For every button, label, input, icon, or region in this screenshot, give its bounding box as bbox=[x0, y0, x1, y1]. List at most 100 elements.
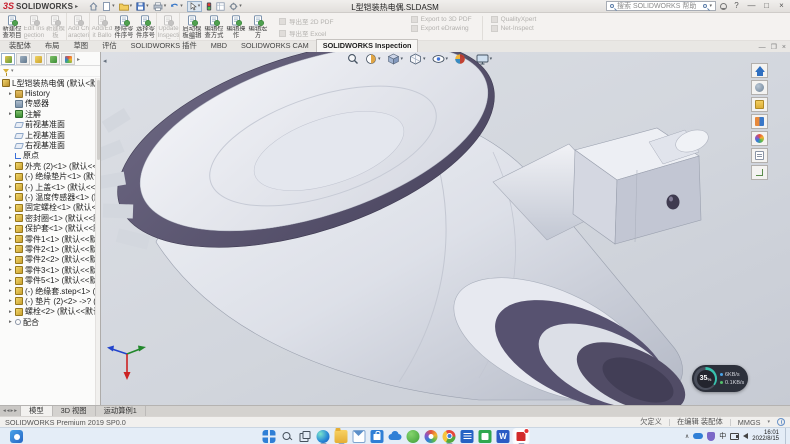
graphics-viewport[interactable]: ◂ ▾ ▾ ▾ ▾ ▾ ▾ bbox=[101, 52, 790, 405]
taskbar-app-start[interactable] bbox=[263, 430, 276, 443]
ribbon-button-edit-inspection-project[interactable]: Edit Inspection Project bbox=[23, 13, 45, 40]
tree-item[interactable]: ▸ (-) 绝缘套.step<1> (默认<<默认> bbox=[0, 286, 100, 296]
tab-propertymanager[interactable] bbox=[16, 53, 30, 65]
ribbon-button-add-characteristic[interactable]: Add Characteristic bbox=[68, 13, 90, 40]
tree-item[interactable]: ▸ (-) 绝缘垫片<1> (默认<<默认>_显 bbox=[0, 172, 100, 182]
file-explorer-tab[interactable] bbox=[751, 97, 768, 112]
ribbon-button-remove-balloons[interactable]: 移除零件序号 bbox=[113, 13, 135, 40]
filter-dropdown-icon[interactable]: ▾ bbox=[11, 68, 14, 74]
tree-filter[interactable]: ▾ bbox=[0, 66, 100, 77]
file-properties-button[interactable] bbox=[216, 2, 225, 11]
tree-item[interactable]: ▸ 螺栓<2> (默认<<默认>_显示状态 bbox=[0, 307, 100, 317]
new-document-button[interactable]: ▾ bbox=[102, 2, 115, 11]
taskbar-app-dictionary[interactable] bbox=[461, 430, 474, 443]
tree-item[interactable]: ▸ History bbox=[0, 88, 100, 98]
ribbon-button-edit-macros[interactable]: 编辑宏方 bbox=[247, 13, 269, 40]
taskbar-widget-icon[interactable] bbox=[10, 430, 23, 443]
taskbar-app-chrome[interactable] bbox=[443, 430, 456, 443]
ribbon-button-update-inspection-project[interactable]: Update Inspection Project bbox=[158, 13, 180, 40]
tree-item[interactable]: 原点 bbox=[0, 151, 100, 161]
tree-item[interactable]: ▸ 零件2<2> (默认<<默认>_显示状 bbox=[0, 255, 100, 265]
panel-collapse-icon[interactable]: ◂ bbox=[103, 57, 107, 65]
units-dropdown-icon[interactable]: ▾ bbox=[767, 419, 770, 425]
ribbon-button-new-inspection-project[interactable]: 新建检查项目 bbox=[1, 13, 23, 40]
units-selector[interactable]: MMGS bbox=[738, 418, 761, 427]
taskbar-app-recorder[interactable] bbox=[515, 430, 528, 443]
tab-layout[interactable]: 布局 bbox=[38, 39, 67, 52]
prev-tab-icon[interactable]: ◂ bbox=[7, 408, 10, 414]
ribbon-button-select-balloons[interactable]: 选择零件序号 bbox=[135, 13, 157, 40]
export-item[interactable]: Net-Inspect bbox=[491, 25, 537, 32]
ribbon-button-new-template[interactable]: 新建模板 bbox=[45, 13, 67, 40]
zoom-fit-icon[interactable] bbox=[347, 53, 359, 65]
tree-item[interactable]: 右视基准面 bbox=[0, 140, 100, 150]
restore-button[interactable]: □ bbox=[761, 1, 772, 11]
undo-button[interactable]: ▾ bbox=[170, 2, 183, 11]
tree-item[interactable]: ▸ 保护套<1> (默认<<默认>_显示状 bbox=[0, 223, 100, 233]
export-item[interactable]: 导出至 2D PDF bbox=[279, 16, 401, 26]
scene-icon[interactable]: ▾ bbox=[476, 54, 493, 65]
doc-close-icon[interactable]: × bbox=[782, 44, 786, 51]
onedrive-tray-icon[interactable] bbox=[693, 433, 703, 439]
select-button[interactable]: ▾ bbox=[187, 1, 203, 12]
view-orientation-icon[interactable]: ▾ bbox=[387, 53, 404, 65]
volume-tray-icon[interactable] bbox=[743, 433, 748, 439]
tab-sketch[interactable]: 草图 bbox=[66, 39, 95, 52]
tab-displaymanager[interactable] bbox=[61, 53, 75, 65]
show-desktop-button[interactable] bbox=[785, 428, 787, 444]
tree-item[interactable]: ▸ 配合 bbox=[0, 317, 100, 327]
taskbar-app-task-view[interactable] bbox=[299, 430, 312, 443]
tab-addins[interactable]: SOLIDWORKS 插件 bbox=[124, 39, 204, 52]
tree-item[interactable]: ▸ (-) 温度传感器<1> (默认<<默认>_ bbox=[0, 192, 100, 202]
display-style-icon[interactable]: ▾ bbox=[409, 53, 426, 65]
tab-assembly[interactable]: 装配体 bbox=[2, 39, 38, 52]
rebuild-button[interactable] bbox=[206, 2, 212, 11]
print-button[interactable]: ▾ bbox=[153, 2, 167, 11]
menu-flyout-icon[interactable]: ▸ bbox=[75, 3, 78, 10]
last-tab-icon[interactable]: ▸ bbox=[14, 408, 17, 414]
hide-show-items-icon[interactable]: ▾ bbox=[432, 54, 449, 64]
tray-overflow-icon[interactable]: ∧ bbox=[685, 433, 689, 440]
doc-restore-icon[interactable]: ❐ bbox=[771, 43, 777, 51]
design-library-tab[interactable] bbox=[751, 80, 768, 95]
appearances-scenes-tab[interactable] bbox=[751, 131, 768, 146]
globe-icon[interactable] bbox=[777, 418, 785, 426]
tab-inspection[interactable]: SOLIDWORKS Inspection bbox=[316, 39, 419, 52]
share-tab[interactable] bbox=[751, 165, 768, 180]
next-tab-icon[interactable]: ▸ bbox=[11, 408, 14, 414]
login-user-icon[interactable] bbox=[720, 3, 727, 10]
tree-item[interactable]: ▸ 零件5<1> (默认<<默认>_显示状 bbox=[0, 275, 100, 285]
tree-item[interactable]: ▸ 密封圈<1> (默认<<默认>_显示状 bbox=[0, 213, 100, 223]
search-icon[interactable] bbox=[703, 4, 707, 8]
tab-evaluate[interactable]: 评估 bbox=[95, 39, 124, 52]
doc-tab-motion-study-1[interactable]: 运动算例1 bbox=[96, 406, 146, 416]
tab-dimxpertmanager[interactable] bbox=[46, 53, 60, 65]
home-tab[interactable] bbox=[751, 63, 768, 78]
taskbar-app-edge[interactable] bbox=[317, 430, 330, 443]
tree-item[interactable]: ▸ 零件1<1> (默认<<默认>_显示状态 bbox=[0, 234, 100, 244]
tree-root-assembly[interactable]: L型铠装热电偶 (默认<默认_显示状态-1 bbox=[0, 78, 100, 88]
panel-scrollbar-thumb[interactable] bbox=[97, 80, 101, 160]
taskbar-app-onedrive[interactable] bbox=[389, 430, 402, 443]
tree-item[interactable]: ▸ (-) 上盖<1> (默认<<默认>_显示状 bbox=[0, 182, 100, 192]
taskbar-app-mail[interactable] bbox=[353, 430, 366, 443]
ime-indicator[interactable]: 中 bbox=[719, 431, 726, 441]
home-button[interactable] bbox=[89, 2, 98, 11]
first-tab-icon[interactable]: ◂ bbox=[3, 408, 6, 414]
tree-item[interactable]: ▸ 零件2<1> (默认<<默认>_显示状 bbox=[0, 244, 100, 254]
custom-properties-tab[interactable] bbox=[751, 148, 768, 163]
panel-scrollbar[interactable] bbox=[95, 78, 100, 405]
taskbar-app-file-explorer[interactable] bbox=[335, 430, 348, 443]
appearances-icon[interactable]: ▾ bbox=[454, 53, 470, 65]
export-item[interactable]: 导出至 Excel bbox=[279, 28, 401, 38]
taskbar-app-notes[interactable] bbox=[479, 430, 492, 443]
tab-cam[interactable]: SOLIDWORKS CAM bbox=[234, 39, 316, 52]
search-input[interactable]: 搜索 SOLIDWORKS 帮助 ▾ bbox=[606, 1, 716, 11]
tab-mbd[interactable]: MBD bbox=[204, 39, 234, 52]
doc-tab-model[interactable]: 模型 bbox=[21, 406, 53, 416]
ribbon-button-launch-template-editor[interactable]: 启动模板编辑器 bbox=[181, 13, 203, 40]
ribbon-button-add-edit-balloons[interactable]: Add/Edit Balloons bbox=[91, 13, 113, 40]
doc-tab-3d-views[interactable]: 3D 视图 bbox=[53, 406, 96, 416]
help-button[interactable]: ? bbox=[731, 1, 742, 11]
taskbar-app-word[interactable]: W bbox=[497, 430, 510, 443]
